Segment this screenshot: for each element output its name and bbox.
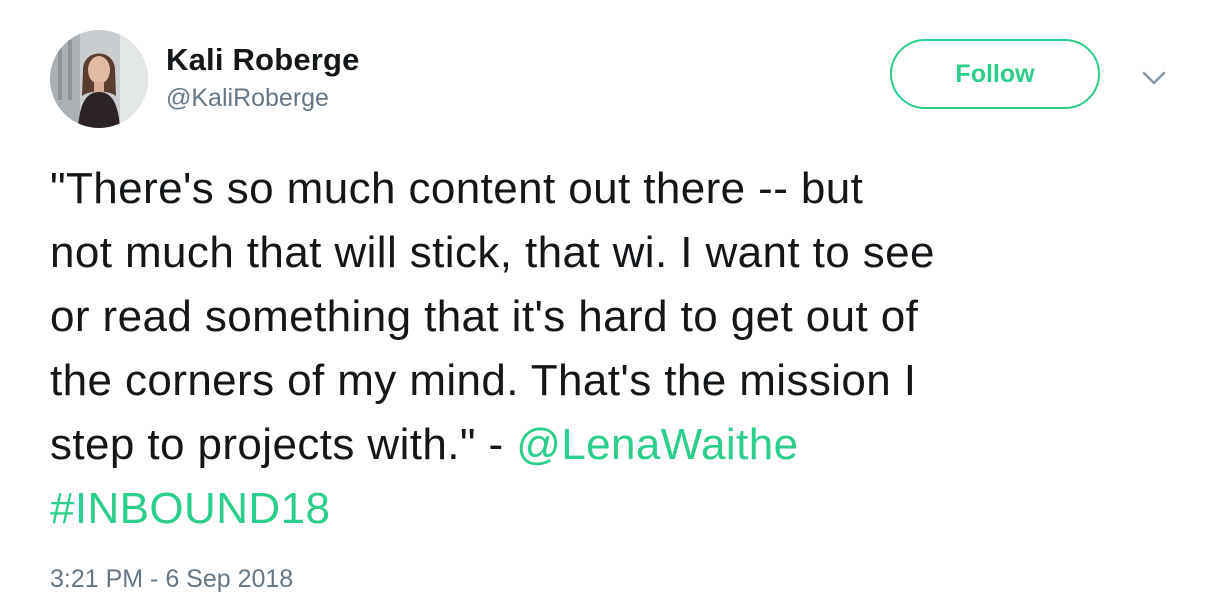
tweet-text: "There's so much content out there -- bu… xyxy=(50,157,1200,541)
profile-photo xyxy=(50,30,148,128)
tweet-line: step to projects with." - @LenaWaithe xyxy=(50,413,1200,477)
tweet-line-text: step to projects with." - xyxy=(50,420,517,469)
hashtag-link[interactable]: #INBOUND18 xyxy=(50,484,330,533)
tweet-line: the corners of my mind. That's the missi… xyxy=(50,356,917,405)
avatar[interactable] xyxy=(50,30,148,128)
mention-link[interactable]: @LenaWaithe xyxy=(516,420,798,469)
tweet-line: #INBOUND18 xyxy=(50,477,1200,541)
tweet-line: not much that will stick, that wi. I wan… xyxy=(50,228,935,277)
chevron-down-icon[interactable] xyxy=(1140,68,1168,88)
timestamp[interactable]: 3:21 PM - 6 Sep 2018 xyxy=(50,565,293,594)
tweet-line: or read something that it's hard to get … xyxy=(50,292,919,341)
follow-button[interactable]: Follow xyxy=(890,39,1100,109)
author-handle[interactable]: @KaliRoberge xyxy=(166,84,329,113)
author-name[interactable]: Kali Roberge xyxy=(166,42,360,78)
tweet-line: "There's so much content out there -- bu… xyxy=(50,164,864,213)
